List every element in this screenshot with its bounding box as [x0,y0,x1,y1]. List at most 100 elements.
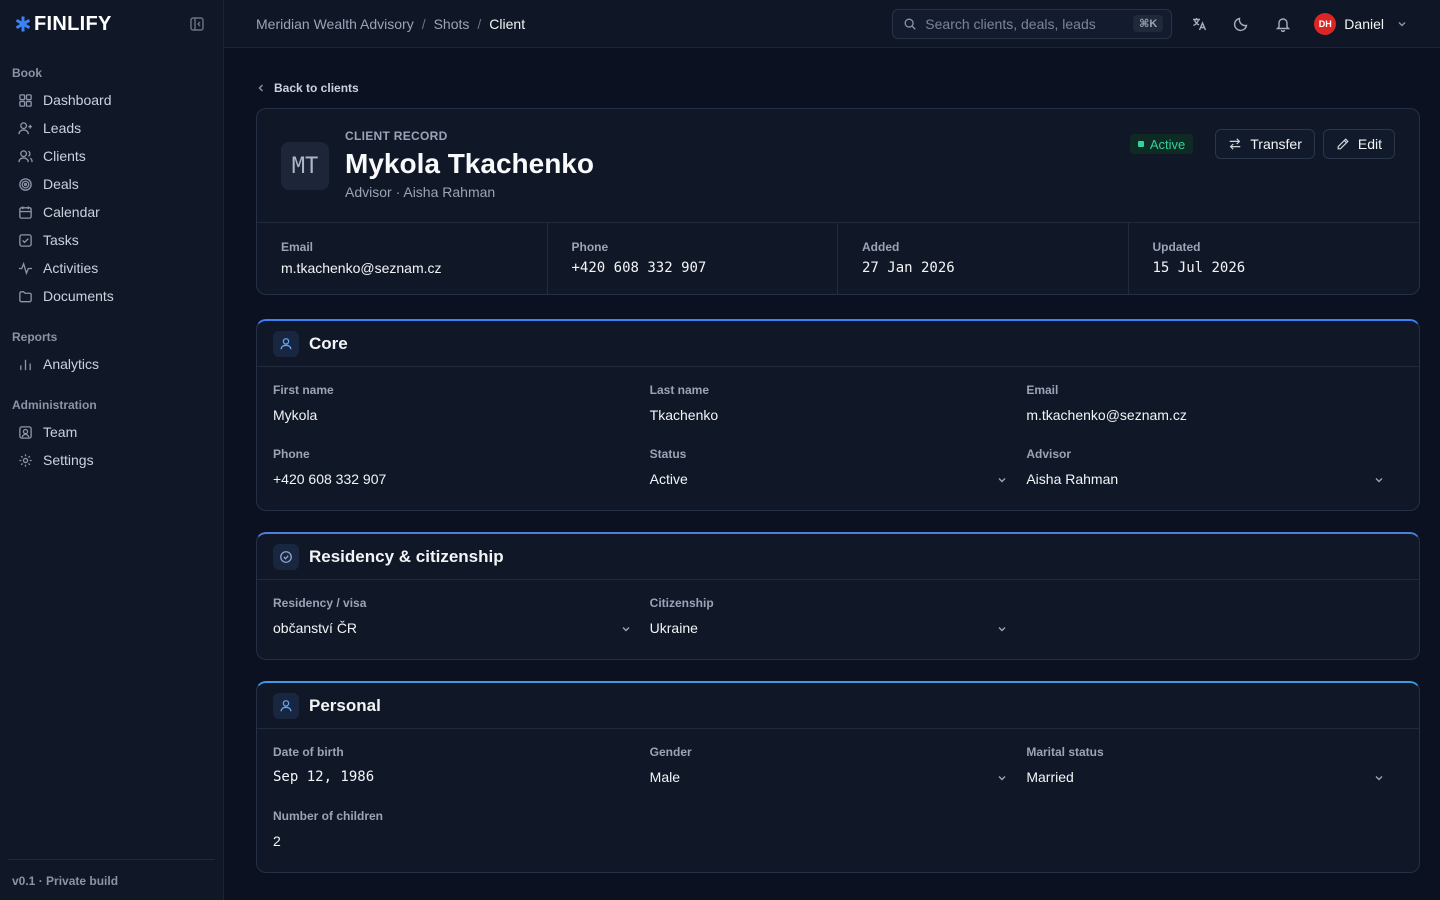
meta-added: Added 27 Jan 2026 [838,223,1129,294]
marital-status-select[interactable]: Marital status Married [1026,745,1403,809]
chevron-left-icon [258,84,263,92]
sidebar-item-label: Leads [43,120,82,136]
sidebar-item-clients[interactable]: Clients [0,142,223,170]
transfer-button[interactable]: Transfer [1215,129,1315,159]
field-value: Male [649,769,681,785]
users-icon [18,149,33,162]
nav-group-administration: Administration Team Settings [0,390,223,474]
section-header: Personal [257,683,1419,729]
search-box[interactable]: ⌘K [892,8,1173,39]
sidebar-item-deals[interactable]: Deals [0,170,223,198]
brand-name: FINLIFY [34,12,112,35]
nav-group-reports: Reports Analytics [0,322,223,378]
section-title: Core [309,333,348,353]
sidebar-item-team[interactable]: Team [0,418,223,446]
nav-group-label: Administration [12,398,97,412]
sidebar-item-label: Documents [43,288,114,304]
transfer-button-label: Transfer [1250,136,1302,152]
sidebar-item-settings[interactable]: Settings [0,446,223,474]
main-content: Back to clients MT CLIENT RECORD Mykola … [256,48,1420,873]
chevron-down-icon [622,627,630,632]
sidebar-item-activities[interactable]: Activities [0,254,223,282]
client-actions: Active Transfer Edit [1129,129,1395,159]
section-title: Personal [309,695,381,715]
residency-select[interactable]: Residency / visa občanství ČR [273,596,650,660]
chevron-down-icon [998,776,1006,781]
field-value: Married [1026,769,1074,785]
chevron-down-icon [998,478,1006,483]
meta-email: Email m.tkachenko@seznam.cz [257,223,548,294]
chevron-down-icon [1398,21,1406,26]
field-phone[interactable]: Phone +420 608 332 907 [273,447,650,511]
user-name: Daniel [1344,15,1384,32]
breadcrumb-item-current: Client [489,15,526,32]
sidebar-item-label: Analytics [43,356,100,372]
client-header-card: MT CLIENT RECORD Mykola Tkachenko Adviso… [256,108,1420,295]
citizenship-select[interactable]: Citizenship Ukraine [650,596,1027,660]
brand-logo[interactable]: FINLIFY [14,13,112,36]
chevron-down-icon [998,627,1006,632]
sidebar-item-leads[interactable]: Leads [0,114,223,142]
edit-button-label: Edit [1357,136,1382,152]
dashboard-icon [19,93,32,107]
sidebar-item-tasks[interactable]: Tasks [0,226,223,254]
back-to-clients-link[interactable]: Back to clients [256,76,1420,100]
chevron-down-icon [1375,478,1383,483]
search-shortcut-badge: ⌘K [1133,15,1164,32]
search-input[interactable] [925,15,1126,32]
field-date-of-birth[interactable]: Date of birth Sep 12, 1986 [273,745,650,809]
meta-value: m.tkachenko@seznam.cz [281,260,442,276]
field-last-name[interactable]: Last name Tkachenko [650,383,1027,447]
language-button[interactable] [1178,9,1220,39]
breadcrumb-separator: / [421,15,426,32]
field-value: Mykola [273,407,318,423]
breadcrumb-item-org[interactable]: Meridian Wealth Advisory [256,16,414,32]
advisor-select[interactable]: Advisor Aisha Rahman [1026,447,1403,511]
field-value: Sep 12, 1986 [273,769,375,785]
edit-button[interactable]: Edit [1322,129,1395,159]
section-icon [273,330,299,357]
gender-select[interactable]: Gender Male [650,745,1027,809]
section-core: Core First name Mykola Last name Tkachen… [256,319,1420,511]
section-fields: Date of birth Sep 12, 1986 Gender Male M… [257,729,1419,873]
field-label: Residency / visa [273,596,367,610]
nav-group-label: Reports [12,330,58,344]
breadcrumb: Meridian Wealth Advisory / Shots / Clien… [256,16,525,32]
field-label: Citizenship [649,596,714,610]
field-first-name[interactable]: First name Mykola [273,383,650,447]
breadcrumb-separator: / [477,15,482,32]
user-menu[interactable]: DH Daniel [1314,12,1408,35]
notifications-button[interactable] [1262,9,1304,39]
meta-phone: Phone +420 608 332 907 [548,223,838,294]
translate-icon [1193,17,1207,30]
section-personal: Personal Date of birth Sep 12, 1986 Gend… [256,681,1420,873]
theme-toggle-button[interactable] [1220,9,1262,39]
sidebar-item-documents[interactable]: Documents [0,282,223,310]
field-label: Marital status [1026,745,1104,759]
collapse-sidebar-icon[interactable] [189,16,205,32]
sidebar-item-label: Dashboard [43,92,112,108]
bar-chart-icon [20,359,31,370]
sidebar-item-analytics[interactable]: Analytics [0,350,223,378]
status-select[interactable]: Status Active [650,447,1027,511]
check-circle-icon [280,550,292,563]
meta-value: 27 Jan 2026 [862,260,955,276]
chevron-down-icon [1375,776,1383,781]
topbar: Meridian Wealth Advisory / Shots / Clien… [224,0,1440,48]
field-number-of-children[interactable]: Number of children 2 [273,809,650,873]
folder-icon [19,290,32,302]
field-email[interactable]: Email m.tkachenko@seznam.cz [1026,383,1403,447]
sidebar-nav: Book Dashboard Leads Clients Deals Calen… [0,48,223,474]
field-value: občanství ČR [273,620,358,636]
field-value: 2 [273,833,281,849]
sidebar-item-label: Team [43,424,78,440]
topbar-actions: ⌘K DH Daniel [892,8,1408,39]
status-dot [1137,141,1144,147]
logo-row: FINLIFY [0,0,223,48]
breadcrumb-item-shots[interactable]: Shots [434,16,470,32]
meta-label: Added [862,240,900,254]
status-badge-label: Active [1149,136,1186,152]
record-eyebrow: CLIENT RECORD [345,129,448,143]
sidebar-item-dashboard[interactable]: Dashboard [0,86,223,114]
sidebar-item-calendar[interactable]: Calendar [0,198,223,226]
